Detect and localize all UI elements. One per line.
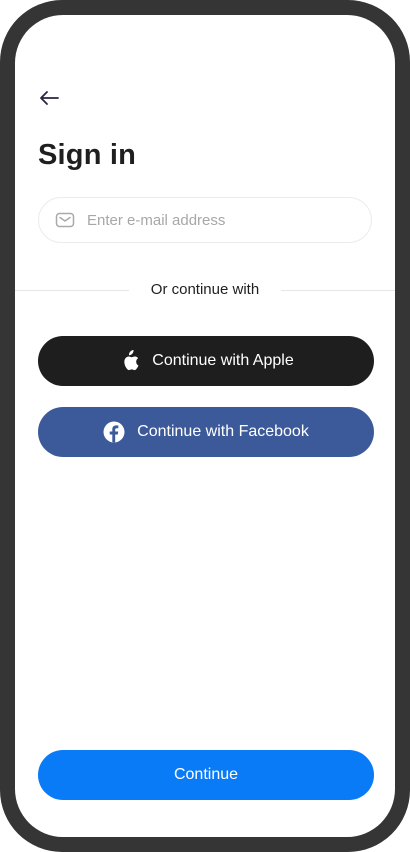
arrow-left-icon xyxy=(40,91,59,105)
continue-with-facebook-label: Continue with Facebook xyxy=(137,423,309,440)
divider: Or continue with xyxy=(15,279,395,301)
phone-frame: Sign in Or continue with Contin xyxy=(0,0,410,852)
divider-line-right xyxy=(281,290,395,291)
divider-line-left xyxy=(15,290,129,291)
back-button[interactable] xyxy=(37,87,61,109)
continue-button-label: Continue xyxy=(173,766,239,783)
mail-icon xyxy=(55,212,75,228)
page-title: Sign in xyxy=(38,139,137,171)
email-input[interactable] xyxy=(85,210,349,230)
continue-with-apple-label: Continue with Apple xyxy=(152,352,294,369)
screen: Sign in Or continue with Contin xyxy=(15,15,395,837)
continue-with-facebook-button[interactable]: Continue with Facebook xyxy=(38,407,374,457)
email-field[interactable] xyxy=(38,197,372,243)
facebook-icon xyxy=(103,421,125,443)
continue-with-apple-button[interactable]: Continue with Apple xyxy=(38,336,374,386)
apple-icon xyxy=(118,350,140,372)
continue-button[interactable]: Continue xyxy=(38,750,374,800)
divider-label: Or continue with xyxy=(150,281,260,298)
